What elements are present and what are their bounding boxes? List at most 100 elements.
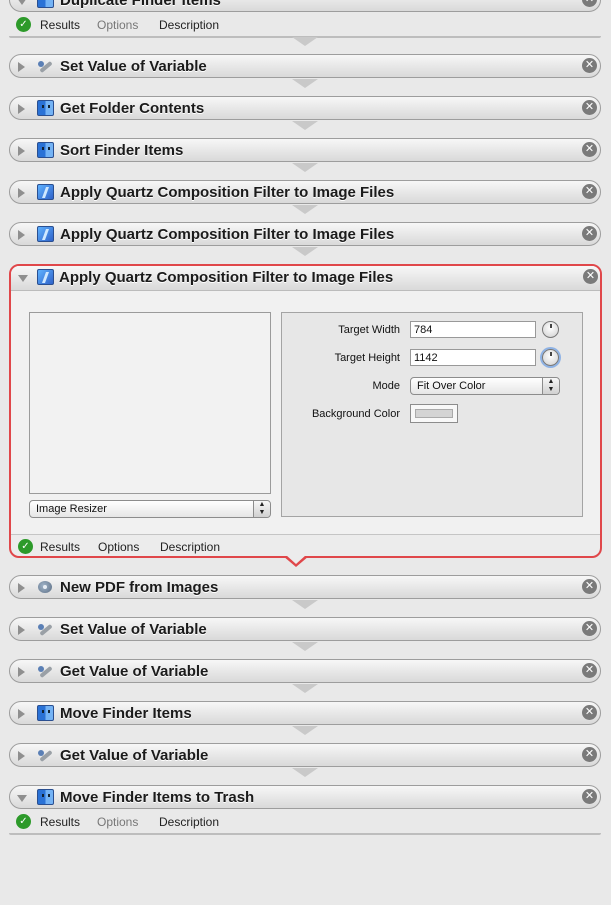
disclosure-triangle-icon[interactable]: [17, 795, 27, 802]
disclosure-triangle-icon[interactable]: [18, 230, 25, 240]
variable-icon: [37, 621, 54, 637]
action-title: Apply Quartz Composition Filter to Image…: [60, 184, 395, 201]
connector: [292, 726, 318, 740]
action-apply-quartz-filter[interactable]: Apply Quartz Composition Filter to Image…: [9, 222, 601, 246]
finder-icon: [37, 705, 54, 721]
connector: [292, 247, 318, 261]
target-width-label: Target Width: [338, 324, 400, 336]
composition-preview: [29, 312, 271, 494]
action-footer: ✓ Results Options Description: [9, 14, 601, 36]
close-icon[interactable]: ✕: [582, 705, 597, 720]
close-icon[interactable]: ✕: [582, 184, 597, 199]
disclosure-triangle-icon[interactable]: [18, 583, 25, 593]
variable-icon: [37, 747, 54, 763]
options-tab[interactable]: Options: [97, 18, 138, 32]
disclosure-triangle-icon[interactable]: [17, 0, 27, 5]
background-color-label: Background Color: [311, 408, 400, 420]
action-title: Set Value of Variable: [60, 621, 207, 638]
action-title: New PDF from Images: [60, 579, 219, 596]
description-tab[interactable]: Description: [159, 18, 219, 32]
composition-value: Image Resizer: [36, 503, 107, 515]
disclosure-triangle-icon[interactable]: [18, 275, 28, 282]
connector: [292, 205, 318, 219]
action-get-value-of-variable[interactable]: Get Value of Variable ✕: [9, 659, 601, 683]
connector: [292, 121, 318, 135]
action-title: Apply Quartz Composition Filter to Image…: [59, 269, 394, 286]
options-tab[interactable]: Options: [97, 815, 138, 829]
updown-arrow-icon: ▲ ▼: [542, 378, 559, 394]
disclosure-triangle-icon[interactable]: [18, 751, 25, 761]
parameters-panel: Target Width 784 Target Height 1142 Mode…: [281, 312, 583, 517]
composition-select[interactable]: Image Resizer ▲ ▼: [29, 500, 271, 518]
disclosure-triangle-icon[interactable]: [18, 709, 25, 719]
connector: [292, 79, 318, 93]
finder-icon: [37, 0, 54, 8]
quartz-icon: [37, 184, 54, 200]
disclosure-triangle-icon[interactable]: [18, 62, 25, 72]
action-title: Move Finder Items: [60, 705, 192, 722]
close-icon[interactable]: ✕: [583, 269, 598, 284]
action-new-pdf-from-images[interactable]: New PDF from Images ✕: [9, 575, 601, 599]
action-title: Get Folder Contents: [60, 100, 205, 117]
target-height-field[interactable]: 1142: [410, 349, 536, 366]
connector: [292, 163, 318, 177]
target-height-label: Target Height: [334, 352, 400, 364]
pdf-icon: [37, 579, 54, 595]
finder-icon: [37, 142, 54, 158]
disclosure-triangle-icon[interactable]: [18, 667, 25, 677]
results-tab[interactable]: Results: [40, 815, 80, 829]
action-get-folder-contents[interactable]: Get Folder Contents ✕: [9, 96, 601, 120]
disclosure-triangle-icon[interactable]: [18, 188, 25, 198]
checkmark-icon: ✓: [18, 539, 33, 554]
close-icon[interactable]: ✕: [582, 747, 597, 762]
mode-select[interactable]: Fit Over Color ▲ ▼: [410, 377, 560, 395]
action-title: Get Value of Variable: [60, 747, 209, 764]
description-tab[interactable]: Description: [160, 540, 220, 554]
connector: [292, 768, 318, 782]
close-icon[interactable]: ✕: [582, 0, 597, 7]
action-get-value-of-variable[interactable]: Get Value of Variable ✕: [9, 743, 601, 767]
action-header[interactable]: Apply Quartz Composition Filter to Image…: [11, 266, 600, 291]
finder-icon: [37, 789, 54, 805]
background-color-well[interactable]: [410, 404, 458, 423]
action-title: Get Value of Variable: [60, 663, 209, 680]
action-apply-quartz-filter[interactable]: Apply Quartz Composition Filter to Image…: [9, 180, 601, 204]
close-icon[interactable]: ✕: [582, 579, 597, 594]
target-width-knob-icon[interactable]: [542, 321, 559, 338]
connector: [292, 600, 318, 614]
variable-icon: [37, 663, 54, 679]
results-tab[interactable]: Results: [40, 18, 80, 32]
checkmark-icon: ✓: [16, 17, 31, 32]
action-move-finder-items-to-trash[interactable]: Move Finder Items to Trash ✕: [9, 785, 601, 809]
close-icon[interactable]: ✕: [582, 142, 597, 157]
results-tab[interactable]: Results: [40, 540, 80, 554]
action-move-finder-items[interactable]: Move Finder Items ✕: [9, 701, 601, 725]
options-tab[interactable]: Options: [98, 540, 139, 554]
action-set-value-of-variable[interactable]: Set Value of Variable ✕: [9, 617, 601, 641]
disclosure-triangle-icon[interactable]: [18, 625, 25, 635]
action-apply-quartz-filter-expanded[interactable]: Apply Quartz Composition Filter to Image…: [9, 264, 602, 558]
action-title: Duplicate Finder Items: [60, 0, 221, 9]
disclosure-triangle-icon[interactable]: [18, 104, 25, 114]
connector: [292, 37, 318, 51]
action-sort-finder-items[interactable]: Sort Finder Items ✕: [9, 138, 601, 162]
target-width-field[interactable]: 784: [410, 321, 536, 338]
finder-icon: [37, 100, 54, 116]
disclosure-triangle-icon[interactable]: [18, 146, 25, 156]
close-icon[interactable]: ✕: [582, 789, 597, 804]
close-icon[interactable]: ✕: [582, 58, 597, 73]
action-duplicate-finder-items[interactable]: Duplicate Finder Items ✕: [9, 0, 601, 12]
close-icon[interactable]: ✕: [582, 226, 597, 241]
action-body: Image Resizer ▲ ▼ Target Width 784 Target…: [11, 291, 600, 535]
action-title: Sort Finder Items: [60, 142, 184, 159]
connector: [292, 642, 318, 656]
updown-arrow-icon: ▲ ▼: [253, 501, 270, 517]
description-tab[interactable]: Description: [159, 815, 219, 829]
target-height-knob-icon[interactable]: [542, 349, 559, 366]
close-icon[interactable]: ✕: [582, 100, 597, 115]
close-icon[interactable]: ✕: [582, 663, 597, 678]
connector: [283, 555, 309, 567]
action-title: Apply Quartz Composition Filter to Image…: [60, 226, 395, 243]
action-set-value-of-variable[interactable]: Set Value of Variable ✕: [9, 54, 601, 78]
close-icon[interactable]: ✕: [582, 621, 597, 636]
